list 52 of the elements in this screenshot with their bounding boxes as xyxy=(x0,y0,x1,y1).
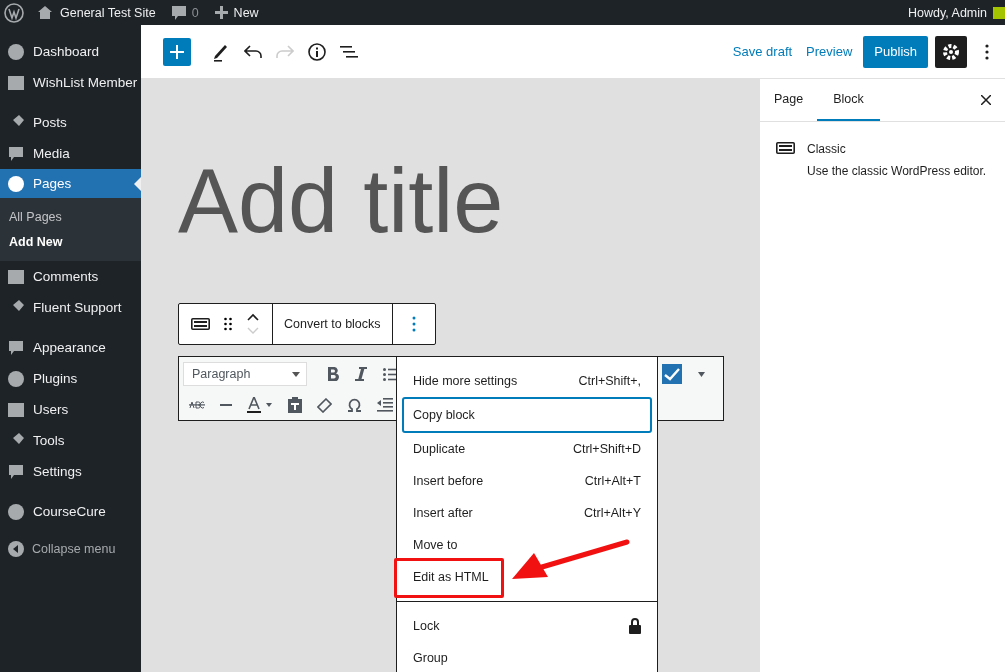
shortcut-text: Ctrl+Alt+Y xyxy=(584,506,641,520)
block-description: Use the classic WordPress editor. xyxy=(807,164,987,178)
menu-item[interactable]: Tools xyxy=(0,425,141,456)
menu-item[interactable]: Users xyxy=(0,394,141,425)
greeting-link[interactable]: Howdy, Admin xyxy=(908,5,987,20)
menu-item-label: Group xyxy=(413,651,448,665)
preview-button[interactable]: Preview xyxy=(799,44,860,59)
publish-button[interactable]: Publish xyxy=(863,35,928,68)
menu-item[interactable]: Insert before Ctrl+Alt+T xyxy=(402,465,652,497)
format-dropdown[interactable]: Paragraph xyxy=(183,362,307,386)
block-name: Classic xyxy=(807,142,847,156)
menu-item[interactable]: Media xyxy=(0,138,141,169)
menu-item[interactable]: Copy block xyxy=(402,397,652,433)
menu-item-label: Edit as HTML xyxy=(413,570,489,584)
convert-to-blocks-button[interactable]: Convert to blocks xyxy=(273,304,393,344)
menu-item[interactable]: Pages xyxy=(0,169,141,198)
title-field[interactable]: Add title xyxy=(178,147,718,255)
menu-item[interactable]: Insert after Ctrl+Alt+Y xyxy=(402,497,652,529)
save-draft-button[interactable]: Save draft xyxy=(725,44,800,59)
menu-item[interactable]: Group xyxy=(402,642,652,672)
menu-item[interactable]: Dashboard xyxy=(0,36,141,67)
submenu-item[interactable]: Add New xyxy=(0,230,141,255)
menu-item[interactable]: Hide more settings Ctrl+Shift+, xyxy=(402,365,652,397)
menu-item[interactable]: Lock xyxy=(402,610,652,642)
menu-item[interactable]: Edit as HTML xyxy=(402,561,502,593)
menu-item-label: Duplicate xyxy=(413,442,466,456)
menu-item-label: Copy block xyxy=(413,408,475,422)
shortcut-text: Ctrl+Shift+, xyxy=(578,374,641,388)
menu-item[interactable]: Plugins xyxy=(0,363,141,394)
menu-item[interactable]: Comments xyxy=(0,261,141,292)
menu-item[interactable]: Settings xyxy=(0,456,141,487)
menu-item[interactable]: Fluent Support xyxy=(0,292,141,323)
menu-item[interactable]: Move to xyxy=(402,529,652,561)
menu-item[interactable]: Duplicate Ctrl+Shift+D xyxy=(402,433,652,465)
shortcut-text: Ctrl+Shift+D xyxy=(572,442,641,456)
collapse-menu-button[interactable]: Collapse menu xyxy=(0,536,141,562)
submenu-item[interactable]: All Pages xyxy=(0,205,141,230)
panel-tab[interactable]: Block xyxy=(817,79,880,121)
menu-item-label: Move to xyxy=(413,538,458,552)
menu-item[interactable]: CourseCure xyxy=(0,496,141,527)
menu-item-label: Insert after xyxy=(413,506,473,520)
menu-item-label: Insert before xyxy=(413,474,484,488)
menu-item[interactable]: Appearance xyxy=(0,332,141,363)
menu-item-label: Hide more settings xyxy=(413,374,518,388)
menu-item-label: Lock xyxy=(413,619,440,633)
comment-count[interactable]: 0 xyxy=(191,5,199,20)
panel-tab[interactable]: Page xyxy=(764,79,814,121)
menu-item[interactable]: WishList Member xyxy=(0,67,141,98)
shortcut-text: Ctrl+Alt+T xyxy=(584,474,641,488)
site-name-link[interactable]: General Test Site xyxy=(60,5,156,20)
menu-item[interactable]: Posts xyxy=(0,107,141,138)
new-link[interactable]: New xyxy=(233,5,259,20)
